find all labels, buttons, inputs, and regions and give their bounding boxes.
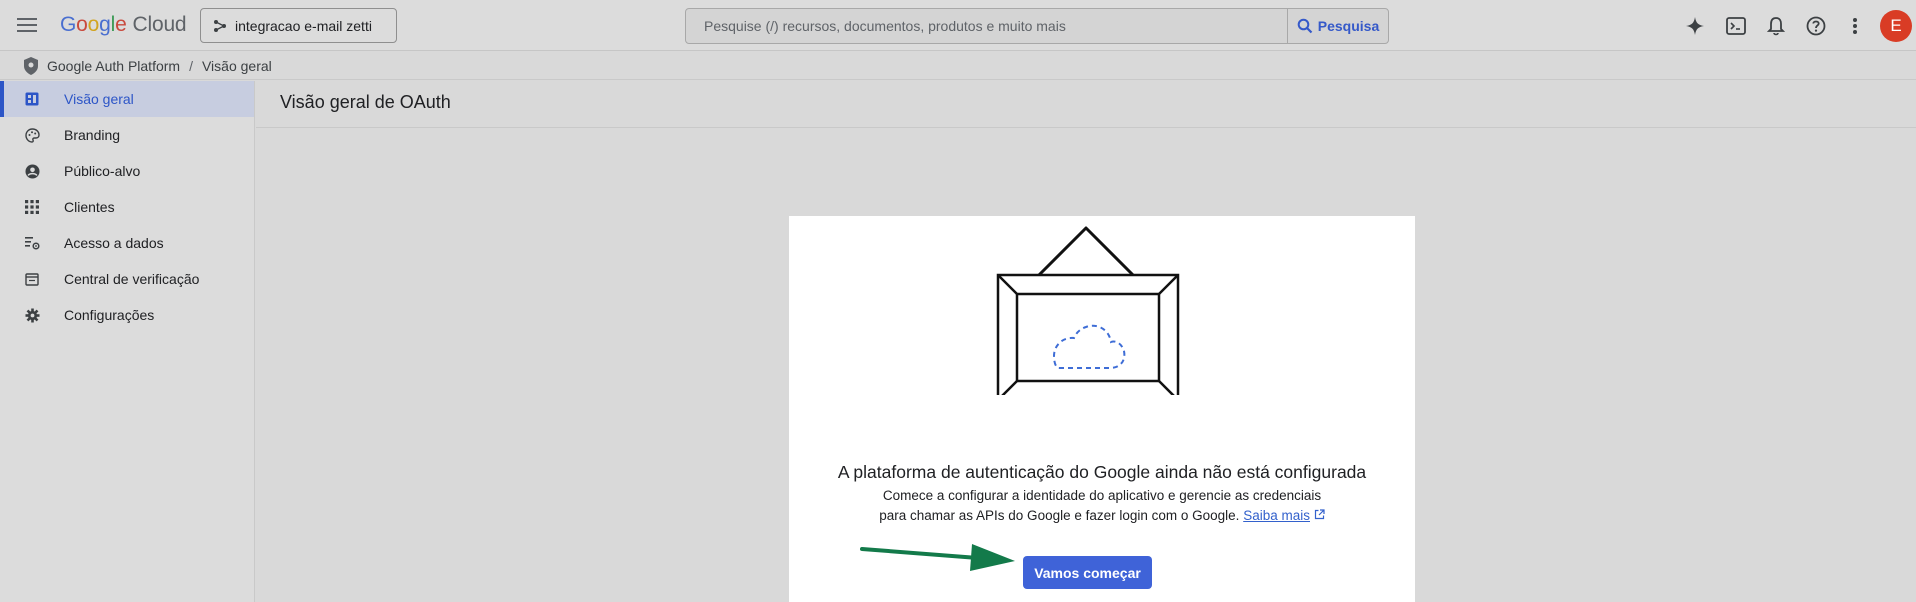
page-title: Visão geral de OAuth [280, 92, 451, 112]
sidebar-item-label: Central de verificação [64, 271, 200, 287]
get-started-button[interactable]: Vamos começar [1023, 556, 1152, 589]
search-button[interactable]: Pesquisa [1287, 8, 1389, 44]
sidebar-item-label: Clientes [64, 199, 115, 215]
sidebar-item-central-de-verificacao[interactable]: Central de verificação [0, 261, 254, 297]
auth-platform-shield-icon [24, 56, 38, 75]
sidebar-item-clientes[interactable]: Clientes [0, 189, 254, 225]
sidebar-item-visao-geral[interactable]: Visão geral [0, 81, 254, 117]
header-divider [256, 127, 1916, 128]
project-icon [214, 19, 226, 32]
sidebar-item-branding[interactable]: Branding [0, 117, 254, 153]
breadcrumb-product[interactable]: Google Auth Platform [47, 58, 180, 74]
logo-product-name: Cloud [132, 13, 187, 36]
sidebar-item-label: Público-alvo [64, 163, 141, 179]
more-vert-icon[interactable] [1843, 14, 1867, 38]
account-avatar[interactable]: E [1880, 10, 1912, 42]
search-input[interactable]: Pesquise (/) recursos, documentos, produ… [685, 8, 1288, 44]
breadcrumb: Google Auth Platform / Visão geral [0, 52, 1916, 80]
hamburger-menu-icon[interactable] [14, 14, 40, 36]
account-circle-icon [24, 163, 40, 179]
description-line-1: Comece a configurar a identidade do apli… [882, 488, 1322, 503]
description-line-2-text: para chamar as APIs do Google e fazer lo… [879, 508, 1240, 523]
annotation-arrow [860, 544, 1015, 571]
breadcrumb-separator: / [189, 57, 193, 74]
project-name: integracao e-mail zetti [235, 17, 372, 34]
open-in-new-icon [1314, 509, 1325, 520]
breadcrumb-current: Visão geral [201, 57, 272, 74]
gemini-spark-icon[interactable] [1683, 14, 1707, 38]
apps-grid-icon [24, 199, 40, 215]
search-button-label: Pesquisa [1317, 18, 1380, 34]
verification-icon [24, 271, 40, 287]
notifications-bell-icon[interactable] [1764, 14, 1788, 38]
top-app-bar: Go o g l e Cloud integracao e-mail zetti Pesq… [0, 0, 1916, 51]
search-icon [1297, 18, 1313, 34]
cloud-shell-icon[interactable] [1724, 14, 1748, 38]
learn-more-link[interactable]: Saiba mais [1243, 508, 1310, 523]
framed-cloud-illustration [996, 226, 1180, 395]
setup-heading: A plataforma de autenticação do Google a… [837, 462, 1367, 482]
data-access-icon [24, 235, 40, 251]
sidebar-item-label: Acesso a dados [64, 235, 164, 251]
palette-icon [24, 127, 40, 143]
dashboard-icon [24, 91, 40, 107]
description-line-2: para chamar as APIs do Google e fazer lo… [789, 506, 1415, 526]
google-cloud-logo[interactable]: Go o g l e Cloud [60, 13, 187, 37]
sidebar-nav: Visão geral Branding Público-alvo Client… [0, 81, 255, 602]
setup-description: Comece a configurar a identidade do apli… [789, 486, 1415, 526]
sidebar-item-publico-alvo[interactable]: Público-alvo [0, 153, 254, 189]
sidebar-item-configuracoes[interactable]: Configurações [0, 297, 254, 333]
sidebar-item-label: Visão geral [64, 91, 134, 107]
help-icon[interactable] [1804, 14, 1828, 38]
learn-more-label: Saiba mais [1243, 508, 1310, 523]
sidebar-item-label: Branding [64, 127, 121, 143]
settings-gear-icon [24, 307, 40, 323]
project-picker-button[interactable]: integracao e-mail zetti [200, 8, 397, 43]
sidebar-item-acesso-a-dados[interactable]: Acesso a dados [0, 225, 254, 261]
sidebar-item-label: Configurações [64, 307, 155, 323]
